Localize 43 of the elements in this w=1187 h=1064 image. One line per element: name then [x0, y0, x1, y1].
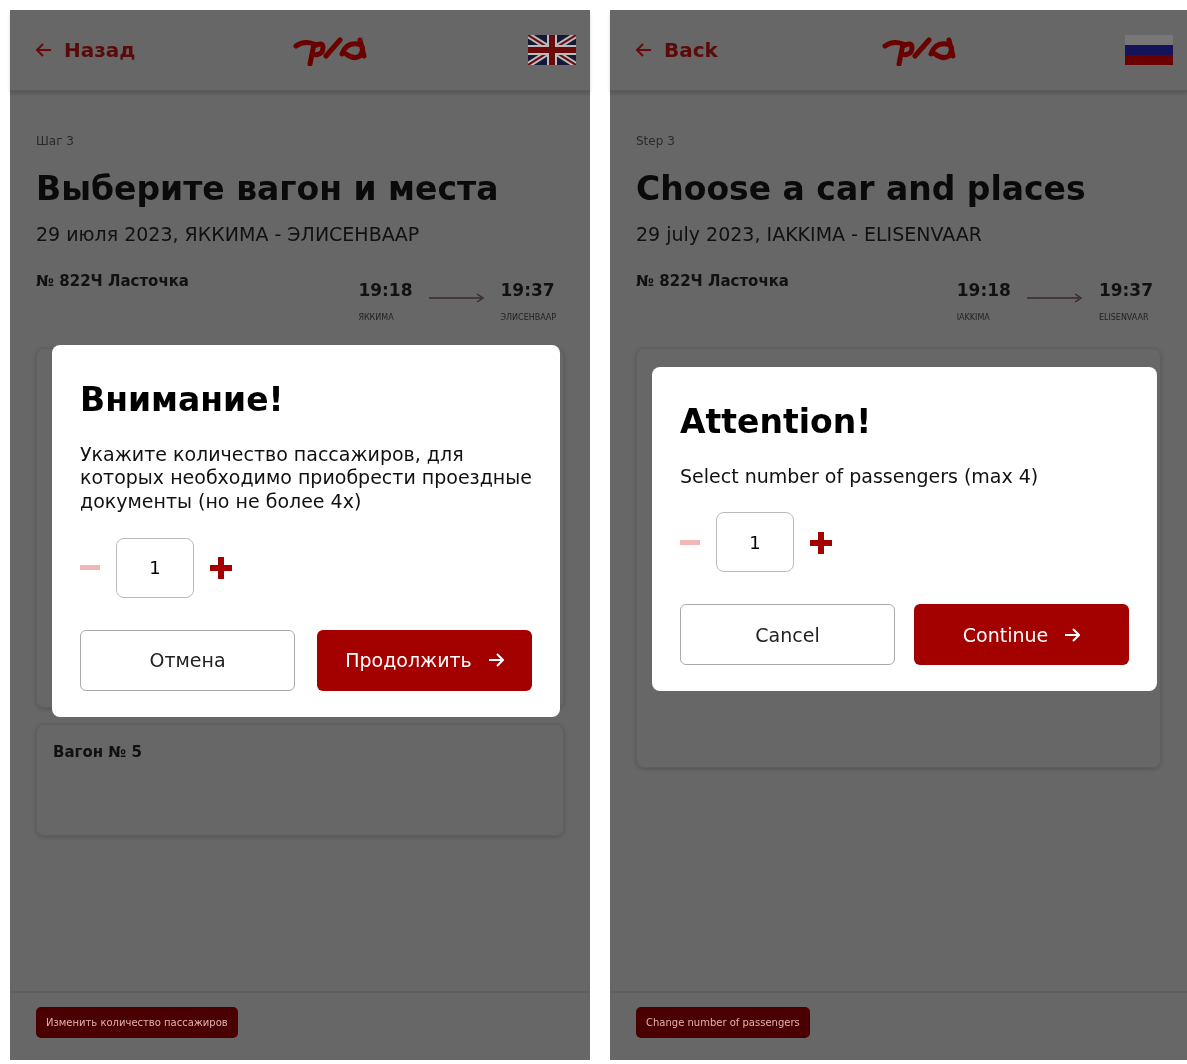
route-arrow-icon	[428, 291, 485, 302]
arrival-station: ЭЛИСЕНВААР	[500, 311, 556, 324]
arrival-time: 19:37	[500, 279, 556, 302]
modal-title: Внимание!	[80, 379, 285, 421]
cancel-button[interactable]: Отмена	[80, 629, 295, 691]
step-label: Step 3	[636, 133, 676, 150]
plus-icon	[210, 557, 232, 580]
step-label: Шаг 3	[36, 133, 75, 150]
arrow-right-icon	[487, 653, 504, 668]
russia-flag-icon	[1125, 35, 1173, 65]
plus-button[interactable]	[210, 555, 232, 580]
arrival-station: ELISENVAAR	[1098, 311, 1150, 324]
back-arrow-icon	[36, 43, 52, 57]
train-name: № 822Ч Ласточка	[36, 271, 189, 292]
page-title: Выберите вагон и места	[36, 168, 500, 210]
minus-icon	[80, 565, 100, 572]
trip-date-route: 29 july 2023, IAKKIMA - ELISENVAAR	[636, 221, 983, 247]
route-arrow-icon	[1026, 291, 1083, 302]
change-passengers-button[interactable]: Изменить количество пассажиров	[36, 1007, 238, 1038]
minus-icon	[680, 539, 700, 546]
passenger-count-field[interactable]: 1	[116, 537, 194, 598]
car-title: Вагон № 5	[53, 741, 143, 763]
passenger-count-field[interactable]: 1	[716, 512, 794, 573]
modal-message: Select number of passengers (max 4)	[680, 464, 1040, 489]
trip-date-route: 29 июля 2023, ЯККИМА - ЭЛИСЕНВААР	[36, 221, 421, 247]
departure-time: 19:18	[956, 279, 1011, 302]
train-name: № 822Ч Ласточка	[636, 271, 789, 292]
arrival-time: 19:37	[1098, 279, 1153, 302]
modal-title: Attention!	[680, 401, 873, 443]
modal-message: Укажите количество пассажиров, для которых необходимо приобрести проездные документы (но не более 4х)	[80, 442, 532, 514]
departure-station: ЯККИМА	[358, 311, 395, 324]
departure-station: IAKKIMA	[956, 311, 991, 324]
uk-flag-icon	[528, 35, 576, 65]
arrow-right-icon	[1064, 627, 1081, 642]
cancel-button[interactable]: Cancel	[680, 604, 895, 666]
plus-icon	[810, 531, 832, 554]
departure-time: 19:18	[358, 279, 413, 302]
change-passengers-button[interactable]: Change number of passengers	[636, 1007, 810, 1038]
back-arrow-icon	[636, 43, 652, 57]
page-title: Choose a car and places	[636, 168, 1087, 210]
plus-button[interactable]	[810, 530, 832, 555]
continue-button[interactable]: Продолжить	[317, 629, 532, 691]
continue-button[interactable]: Continue	[914, 604, 1129, 666]
